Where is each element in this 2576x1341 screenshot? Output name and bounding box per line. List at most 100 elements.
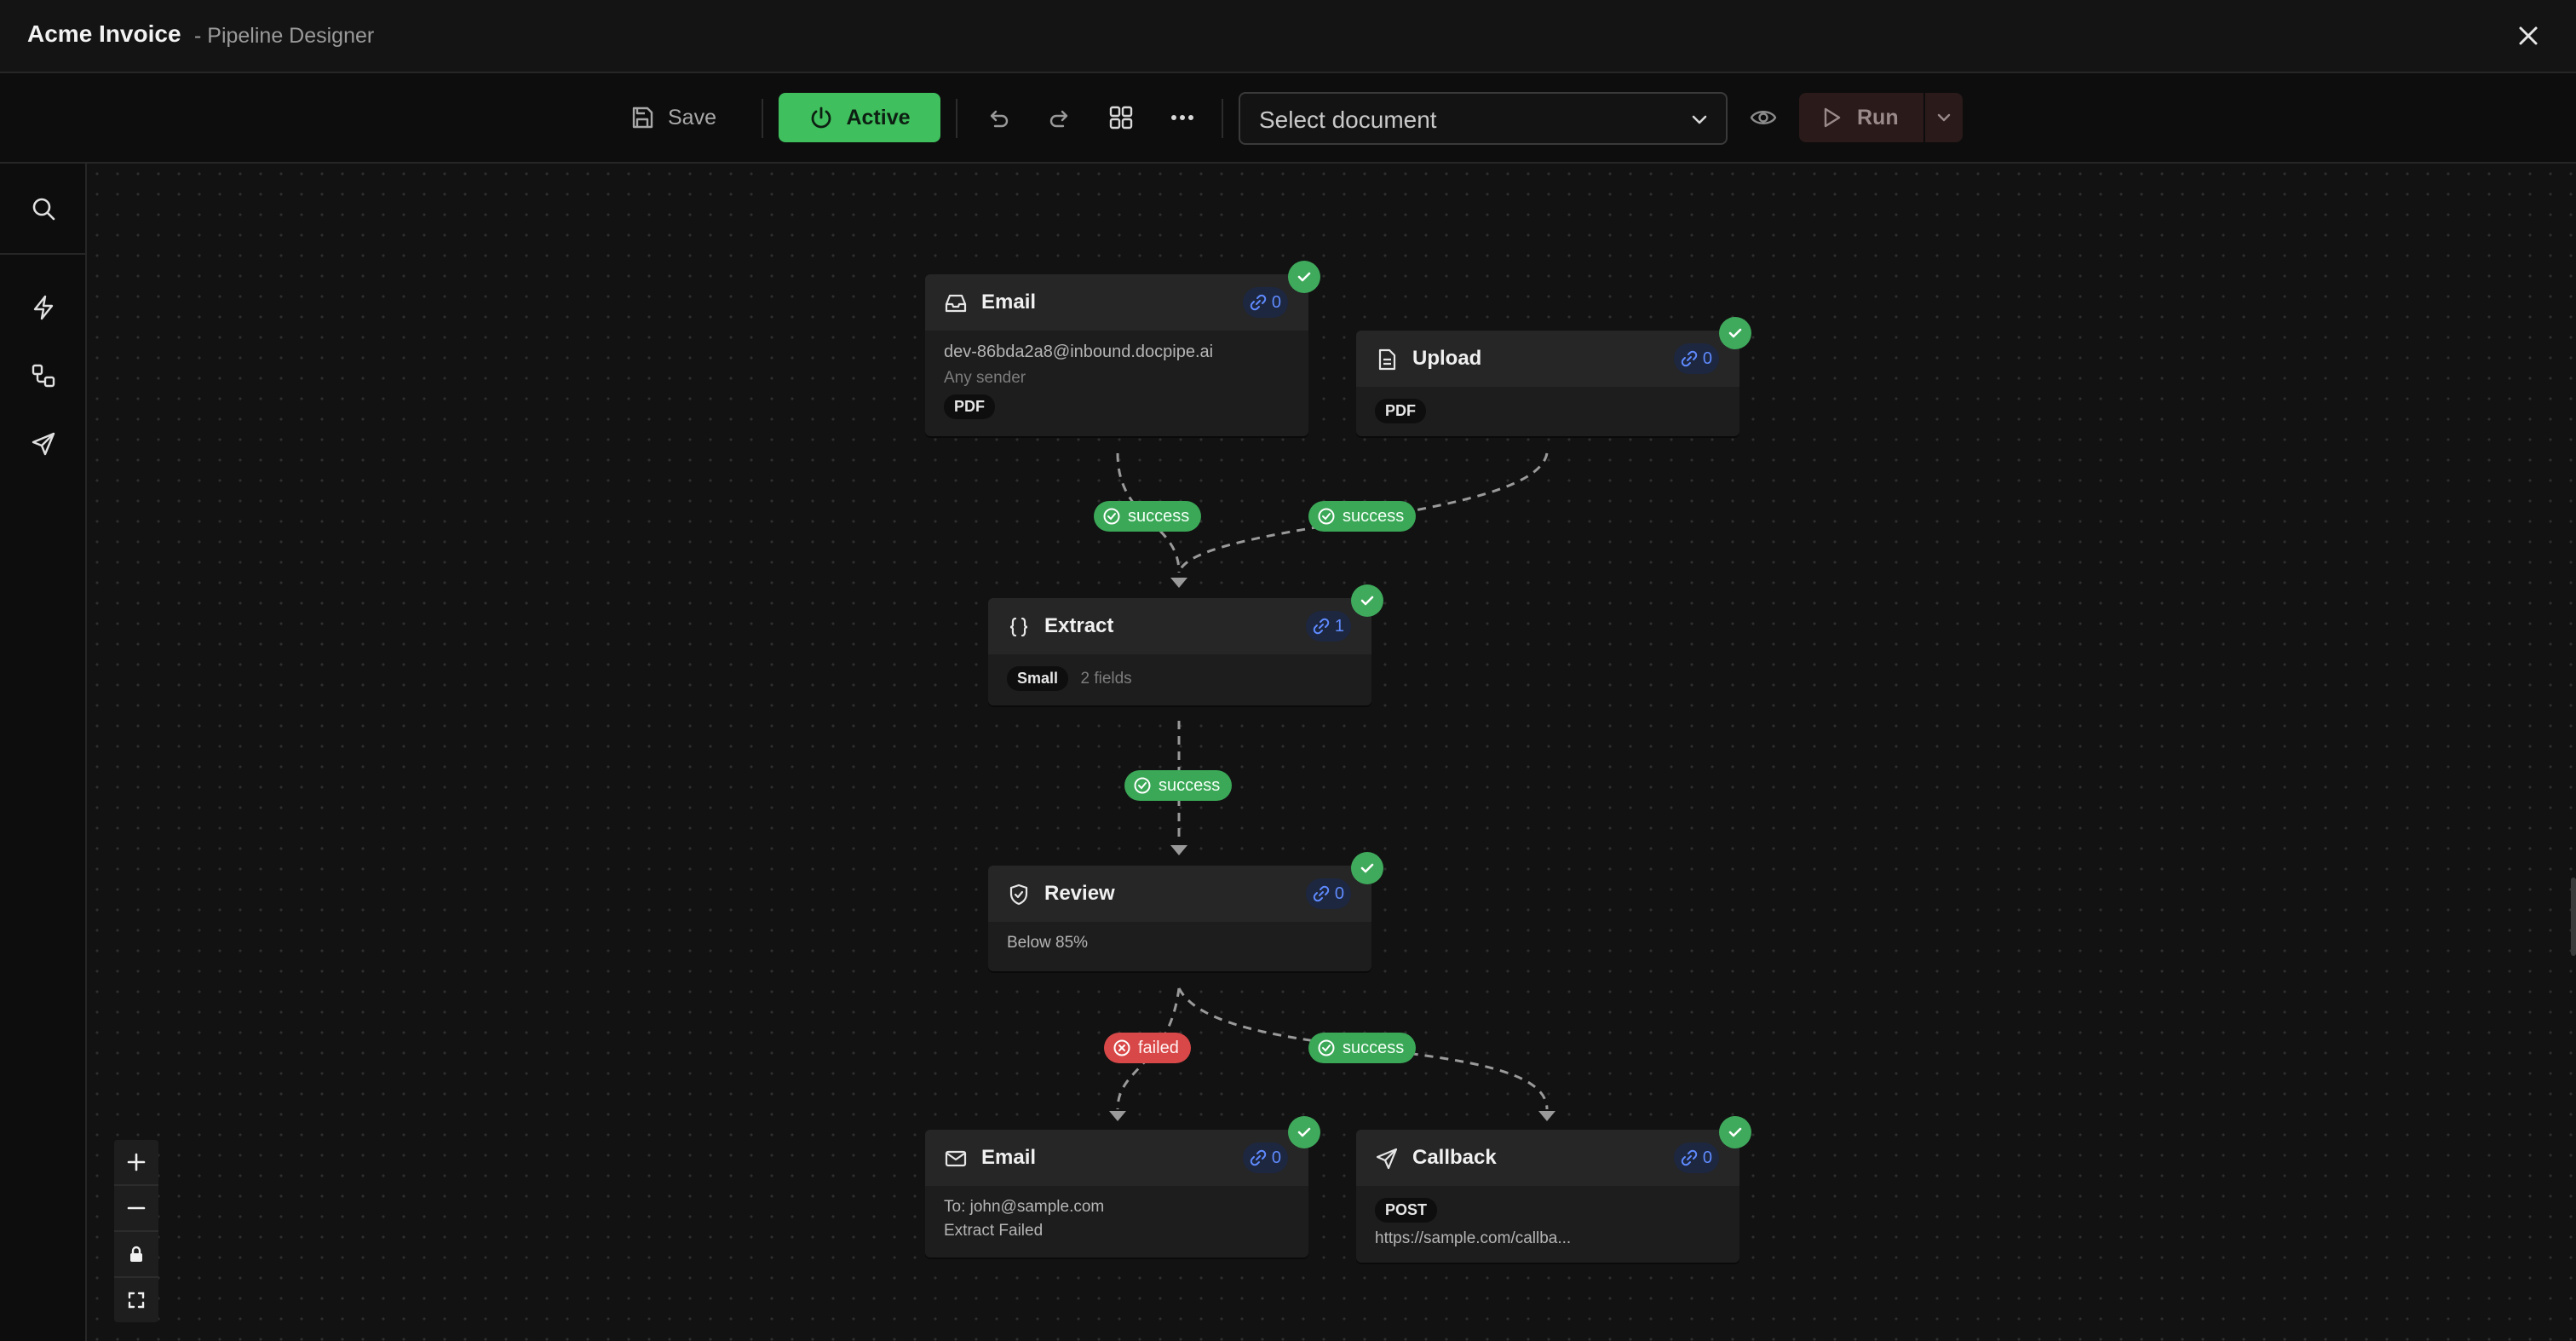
- zoom-out-button[interactable]: [114, 1186, 158, 1230]
- left-sidebar: [0, 164, 87, 1341]
- status-check-icon: [1719, 317, 1751, 349]
- lightning-icon: [33, 295, 54, 320]
- toolbar-divider: [956, 99, 957, 138]
- file-type-tag: PDF: [1375, 399, 1426, 423]
- node-body: Small 2 fields: [988, 654, 1371, 705]
- node-body: Below 85%: [988, 922, 1371, 966]
- edge-label-text: failed: [1138, 1038, 1179, 1057]
- link-icon: [1681, 1149, 1698, 1166]
- link-count-badge[interactable]: 0: [1242, 1142, 1288, 1173]
- zoom-controls: [114, 1140, 158, 1322]
- undo-button[interactable]: [980, 99, 1017, 136]
- link-count-badge[interactable]: 0: [1305, 878, 1351, 909]
- mail-icon: [945, 1150, 967, 1167]
- eye-icon: [1750, 111, 1777, 124]
- run-options-button[interactable]: [1925, 93, 1963, 142]
- edge-label-success[interactable]: success: [1308, 501, 1417, 532]
- preview-button[interactable]: [1745, 99, 1782, 136]
- node-header: Callback 0: [1356, 1130, 1739, 1186]
- status-check-icon: [1288, 1116, 1320, 1148]
- node-title: Extract: [1044, 614, 1114, 637]
- document-select-value: Select document: [1259, 106, 1437, 133]
- node-upload-trigger[interactable]: Upload 0 PDF: [1356, 331, 1739, 436]
- link-icon: [1313, 885, 1330, 902]
- node-review-step[interactable]: Review 0 Below 85%: [988, 866, 1371, 971]
- callback-url: https://sample.com/callba...: [1375, 1229, 1572, 1247]
- minus-icon: [127, 1206, 146, 1210]
- sidebar-item-triggers[interactable]: [24, 288, 63, 327]
- active-toggle-button[interactable]: Active: [779, 93, 940, 142]
- node-body: dev-86bda2a8@inbound.docpipe.ai Any send…: [925, 331, 1308, 433]
- app-subtitle: - Pipeline Designer: [194, 24, 375, 48]
- sender-filter: Any sender: [944, 369, 1026, 387]
- link-icon: [1313, 618, 1330, 635]
- document-select[interactable]: Select document: [1239, 92, 1728, 145]
- shield-check-icon: [1009, 883, 1028, 906]
- fit-view-button[interactable]: [114, 1278, 158, 1322]
- link-count-badge[interactable]: 1: [1305, 611, 1351, 642]
- power-icon: [812, 106, 831, 129]
- status-check-icon: [1351, 852, 1383, 884]
- panel-resize-handle[interactable]: [2571, 878, 2576, 956]
- redo-button[interactable]: [1041, 99, 1078, 136]
- node-title: Email: [981, 1146, 1037, 1169]
- link-icon: [1250, 294, 1267, 311]
- edge-label-text: success: [1128, 506, 1190, 526]
- link-count: 0: [1702, 348, 1712, 368]
- title-bar: Acme Invoice - Pipeline Designer: [0, 0, 2576, 73]
- close-button[interactable]: [2511, 19, 2545, 53]
- link-count: 1: [1334, 616, 1344, 636]
- node-extract-step[interactable]: Extract 1 Small 2 fields: [988, 598, 1371, 705]
- more-icon: [1171, 115, 1193, 120]
- run-label: Run: [1857, 105, 1899, 129]
- active-label: Active: [846, 105, 911, 129]
- lock-icon: [130, 1246, 142, 1262]
- link-count: 0: [1271, 292, 1281, 312]
- link-count-badge[interactable]: 0: [1242, 287, 1288, 318]
- node-header: Email 0: [925, 1130, 1308, 1186]
- edge-label-success[interactable]: success: [1124, 770, 1233, 801]
- edge-label-failed[interactable]: failed: [1104, 1033, 1191, 1063]
- toolbar: Save Active Select document Run: [0, 73, 2576, 164]
- save-label: Save: [668, 105, 716, 129]
- run-button[interactable]: Run: [1799, 93, 1923, 142]
- search-button[interactable]: [24, 189, 63, 228]
- pipeline-canvas[interactable]: success success success failed success E…: [87, 164, 2576, 1341]
- layout-button[interactable]: [1102, 99, 1140, 136]
- edge-label-success[interactable]: success: [1094, 501, 1202, 532]
- sidebar-item-steps[interactable]: [24, 356, 63, 395]
- sidebar-divider: [0, 253, 85, 255]
- node-callback-action[interactable]: Callback 0 POST https://sample.com/callb…: [1356, 1130, 1739, 1263]
- nodes-icon: [32, 364, 55, 388]
- edge-label-success[interactable]: success: [1308, 1033, 1417, 1063]
- more-options-button[interactable]: [1164, 99, 1201, 136]
- node-email-action[interactable]: Email 0 To: john@sample.com Extract Fail…: [925, 1130, 1308, 1258]
- chevron-down-icon: [1937, 113, 1951, 122]
- link-icon: [1681, 350, 1698, 367]
- zoom-in-button[interactable]: [114, 1140, 158, 1184]
- sidebar-item-destinations[interactable]: [24, 424, 63, 463]
- save-button[interactable]: Save: [629, 94, 716, 141]
- file-icon: [1378, 348, 1396, 371]
- arrowhead: [1170, 845, 1187, 855]
- edge-label-text: success: [1343, 1038, 1405, 1057]
- plus-icon: [127, 1153, 146, 1171]
- link-icon: [1250, 1149, 1267, 1166]
- play-icon: [1824, 107, 1841, 128]
- node-header: Upload 0: [1356, 331, 1739, 387]
- node-body: To: john@sample.com Extract Failed: [925, 1186, 1308, 1254]
- link-count-badge[interactable]: 0: [1673, 1142, 1719, 1173]
- check-circle-icon: [1318, 508, 1335, 525]
- email-subject: Extract Failed: [944, 1222, 1044, 1240]
- edge-label-text: success: [1343, 506, 1405, 526]
- node-title: Upload: [1412, 347, 1482, 370]
- grid-icon: [1109, 106, 1133, 129]
- link-count-badge[interactable]: 0: [1673, 343, 1719, 374]
- node-header: Email 0: [925, 274, 1308, 331]
- arrowhead: [1109, 1111, 1126, 1121]
- node-email-trigger[interactable]: Email 0 dev-86bda2a8@inbound.docpipe.ai …: [925, 274, 1308, 436]
- node-title: Review: [1044, 882, 1115, 905]
- lock-canvas-button[interactable]: [114, 1232, 158, 1276]
- edge-layer: [1109, 452, 1555, 1121]
- node-body: POST https://sample.com/callba...: [1356, 1186, 1739, 1262]
